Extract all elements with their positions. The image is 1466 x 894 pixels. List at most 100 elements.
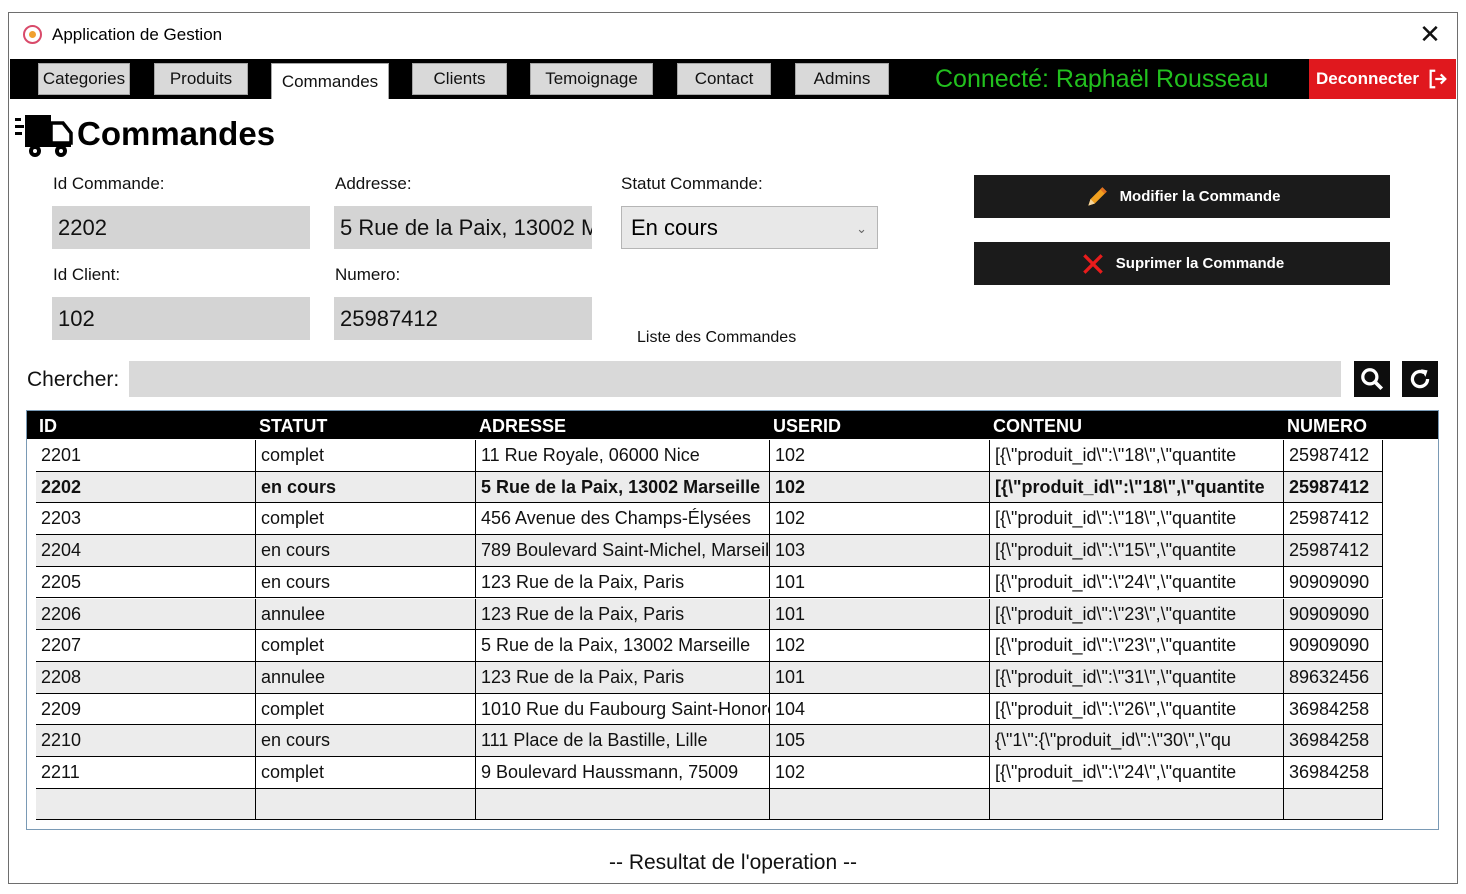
table-cell[interactable]: 103 [770,535,990,566]
table-cell[interactable] [476,788,770,820]
table-row[interactable]: 2205 en cours 123 Rue de la Paix, Paris 101… [36,566,1383,599]
table-cell[interactable]: 2209 [36,693,256,725]
table-cell[interactable]: annulee [256,661,476,693]
table-cell[interactable]: 2208 [36,661,256,693]
table-row[interactable]: 2203 complet 456 Avenue des Champs-Élysées… [36,503,1383,536]
table-row[interactable] [36,788,1383,821]
table-row[interactable]: 2206 annulee 123 Rue de la Paix, Paris 101[… [36,598,1383,631]
table-cell[interactable]: 102 [770,440,990,471]
table-cell[interactable]: [{\"produit_id\":\"24\",\"quantite [990,757,1284,788]
table-row[interactable]: 2208 annulee 123 Rue de la Paix, Paris 101[… [36,661,1383,694]
modify-order-button[interactable]: Modifier la Commande [974,175,1390,218]
table-cell[interactable]: 2206 [36,598,256,630]
table-row[interactable]: 2207 complet 5 Rue de la Paix, 13002 Marse… [36,630,1383,662]
table-cell[interactable]: 104 [770,693,990,725]
table-cell[interactable]: en cours [256,471,476,503]
search-button[interactable] [1354,361,1390,397]
table-cell[interactable]: annulee [256,598,476,630]
table-cell[interactable]: complet [256,440,476,471]
tab-temoignage[interactable]: Temoignage [530,63,653,95]
table-cell[interactable]: 89632456 [1284,661,1383,693]
logout-button[interactable]: Deconnecter [1309,59,1456,99]
table-cell[interactable]: 102 [770,503,990,535]
delete-order-button[interactable]: Suprimer la Commande [974,242,1390,285]
table-row[interactable]: 2201 complet 11 Rue Royale, 06000 Nice 102[… [36,440,1383,472]
table-cell[interactable]: complet [256,757,476,788]
table-cell[interactable]: complet [256,630,476,661]
table-cell[interactable]: 25987412 [1284,503,1383,535]
col-header-userid[interactable]: USERID [770,411,841,439]
col-header-statut[interactable]: STATUT [256,411,327,439]
table-cell[interactable]: 101 [770,661,990,693]
table-cell[interactable]: 102 [770,471,990,503]
table-cell[interactable]: [{\"produit_id\":\"18\",\"quantite [990,503,1284,535]
numero-field[interactable]: 25987412 [334,297,592,340]
table-cell[interactable]: [{\"produit_id\":\"15\",\"quantite [990,535,1284,566]
table-cell[interactable]: 36984258 [1284,693,1383,725]
orders-table[interactable]: ID STATUT ADRESSE USERID CONTENU NUMERO … [26,410,1439,830]
table-cell[interactable]: {\"1\":{\"produit_id\":\"30\",\"qu [990,725,1284,756]
col-header-numero[interactable]: NUMERO [1284,411,1367,439]
table-cell[interactable]: 25987412 [1284,535,1383,566]
adresse-field[interactable]: 5 Rue de la Paix, 13002 Marseille [334,206,592,249]
col-header-adresse[interactable]: ADRESSE [476,411,566,439]
table-cell[interactable]: 123 Rue de la Paix, Paris [476,566,770,598]
table-row[interactable]: 2209 complet 1010 Rue du Faubourg Saint-Ho… [36,693,1383,726]
table-row[interactable]: 2211 complet 9 Boulevard Haussmann, 75009 1… [36,757,1383,789]
table-cell[interactable]: [{\"produit_id\":\"24\",\"quantite [990,566,1284,598]
table-cell[interactable]: en cours [256,725,476,756]
table-cell[interactable]: 2203 [36,503,256,535]
table-cell[interactable]: [{\"produit_id\":\"23\",\"quantite [990,598,1284,630]
table-cell[interactable]: 5 Rue de la Paix, 13002 Marseille [476,630,770,661]
table-cell[interactable]: 90909090 [1284,566,1383,598]
table-cell[interactable]: 11 Rue Royale, 06000 Nice [476,440,770,471]
table-cell[interactable]: 2204 [36,535,256,566]
table-row[interactable]: 2204 en cours 789 Boulevard Saint-Michel, … [36,535,1383,567]
table-cell[interactable]: [{\"produit_id\":\"23\",\"quantite [990,630,1284,661]
table-cell[interactable]: complet [256,693,476,725]
tab-commandes[interactable]: Commandes [271,63,389,99]
close-button[interactable]: ✕ [1415,19,1445,49]
table-cell[interactable]: [{\"produit_id\":\"18\",\"quantite [990,440,1284,471]
table-cell[interactable]: 2205 [36,566,256,598]
table-cell[interactable]: 90909090 [1284,630,1383,661]
col-header-id[interactable]: ID [36,411,57,439]
table-cell[interactable]: 2201 [36,440,256,471]
tab-produits[interactable]: Produits [154,63,248,95]
table-cell[interactable]: [{\"produit_id\":\"31\",\"quantite [990,661,1284,693]
table-cell[interactable]: [{\"produit_id\":\"26\",\"quantite [990,693,1284,725]
table-cell[interactable]: en cours [256,566,476,598]
table-row[interactable]: 2210 en cours 111 Place de la Bastille, Li… [36,725,1383,757]
table-cell[interactable]: 105 [770,725,990,756]
table-cell[interactable]: 5 Rue de la Paix, 13002 Marseille [476,471,770,503]
table-cell[interactable]: 9 Boulevard Haussmann, 75009 [476,757,770,788]
table-cell[interactable]: [{\"produit_id\":\"18\",\"quantite [990,471,1284,503]
col-header-contenu[interactable]: CONTENU [990,411,1082,439]
tab-categories[interactable]: Categories [38,63,130,95]
table-cell[interactable]: 789 Boulevard Saint-Michel, Marseille [476,535,770,566]
table-cell[interactable]: 2207 [36,630,256,661]
table-cell[interactable]: 2202 [36,471,256,503]
table-cell[interactable]: 102 [770,757,990,788]
table-cell[interactable]: 90909090 [1284,598,1383,630]
table-cell[interactable]: 2211 [36,757,256,788]
id-client-field[interactable]: 102 [52,297,310,340]
table-cell[interactable] [1284,788,1383,820]
id-commande-field[interactable]: 2202 [52,206,310,249]
table-cell[interactable] [770,788,990,820]
table-row[interactable]: 2202 en cours 5 Rue de la Paix, 13002 Mars… [36,471,1383,504]
table-cell[interactable]: 25987412 [1284,471,1383,503]
tab-contact[interactable]: Contact [677,63,771,95]
table-cell[interactable]: 2210 [36,725,256,756]
table-cell[interactable]: 101 [770,566,990,598]
search-input[interactable] [129,361,1341,397]
table-cell[interactable]: 123 Rue de la Paix, Paris [476,598,770,630]
table-cell[interactable]: 123 Rue de la Paix, Paris [476,661,770,693]
table-cell[interactable]: 102 [770,630,990,661]
table-cell[interactable]: 36984258 [1284,757,1383,788]
table-cell[interactable] [36,788,256,820]
table-cell[interactable]: 111 Place de la Bastille, Lille [476,725,770,756]
table-cell[interactable]: 25987412 [1284,440,1383,471]
table-cell[interactable]: en cours [256,535,476,566]
table-cell[interactable]: 36984258 [1284,725,1383,756]
